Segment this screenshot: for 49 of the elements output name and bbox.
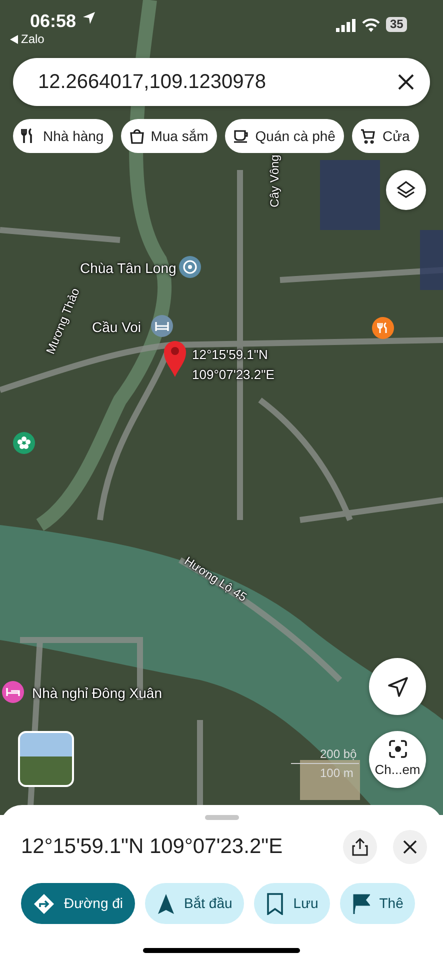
action-button[interactable]: Lưu: [254, 883, 330, 924]
location-arrow-icon: [82, 11, 96, 25]
wifi-icon: [362, 18, 380, 32]
scale-label: 200 bộ: [320, 746, 357, 763]
signal-icon: [336, 19, 356, 32]
action-button[interactable]: Bắt đầu: [145, 883, 244, 924]
flower-pin-icon[interactable]: [12, 431, 36, 455]
close-button[interactable]: [393, 830, 427, 864]
place-title: 12°15'59.1"N 109°07'23.2"E: [21, 834, 284, 860]
coordinate-label: 12°15'59.1"N: [192, 346, 268, 364]
navigation-arrow-icon: [386, 676, 408, 698]
category-chip[interactable]: Cửa: [352, 119, 419, 153]
wheel-pin-icon[interactable]: [178, 255, 202, 279]
layers-icon: [396, 180, 416, 200]
share-button[interactable]: [343, 830, 377, 864]
coffee-cup-icon: [233, 128, 250, 144]
sheet-handle[interactable]: [204, 815, 238, 820]
close-icon: [403, 840, 417, 854]
battery-indicator: 35: [386, 17, 408, 32]
back-triangle-icon: [10, 34, 18, 44]
search-field[interactable]: 12.2664017,109.1230978: [13, 58, 430, 106]
close-icon[interactable]: [398, 74, 414, 90]
category-chip[interactable]: Nhà hàng: [13, 119, 113, 153]
place-label[interactable]: Chùa Tân Long: [80, 258, 176, 279]
place-label[interactable]: Nhà nghỉ Đông Xuân: [32, 683, 162, 704]
shopping-cart-icon: [360, 128, 376, 144]
place-label[interactable]: Cầu Voi: [92, 317, 142, 338]
action-button[interactable]: Đường đi: [21, 883, 136, 924]
category-chip[interactable]: Mua sắm: [120, 119, 218, 153]
road-label: Cây Vông: [266, 154, 282, 208]
action-button[interactable]: Thê: [340, 883, 416, 924]
fork-knife-pin-icon[interactable]: [371, 316, 395, 340]
scale-label: 100 m: [320, 765, 354, 782]
status-time: 06:58: [30, 10, 76, 33]
coordinate-label: 109°07'23.2"E: [192, 366, 274, 384]
bed-pin-icon[interactable]: [1, 680, 25, 704]
share-icon: [352, 838, 368, 856]
dropped-pin-icon: [163, 340, 187, 378]
flag-icon: [352, 892, 370, 914]
street-view-thumbnail[interactable]: [18, 731, 74, 787]
bookmark-icon: [266, 892, 284, 914]
back-to-app-link[interactable]: Zalo: [10, 30, 44, 48]
bridge-pin-icon[interactable]: [150, 314, 174, 338]
category-chip[interactable]: Quán cà phê: [225, 119, 344, 153]
shopping-bag-icon: [128, 128, 145, 144]
turn-arrow-icon: [33, 892, 55, 914]
scale-bar: [291, 763, 359, 764]
navigation-arrow-icon: [157, 892, 176, 914]
lens-icon: [388, 740, 406, 758]
